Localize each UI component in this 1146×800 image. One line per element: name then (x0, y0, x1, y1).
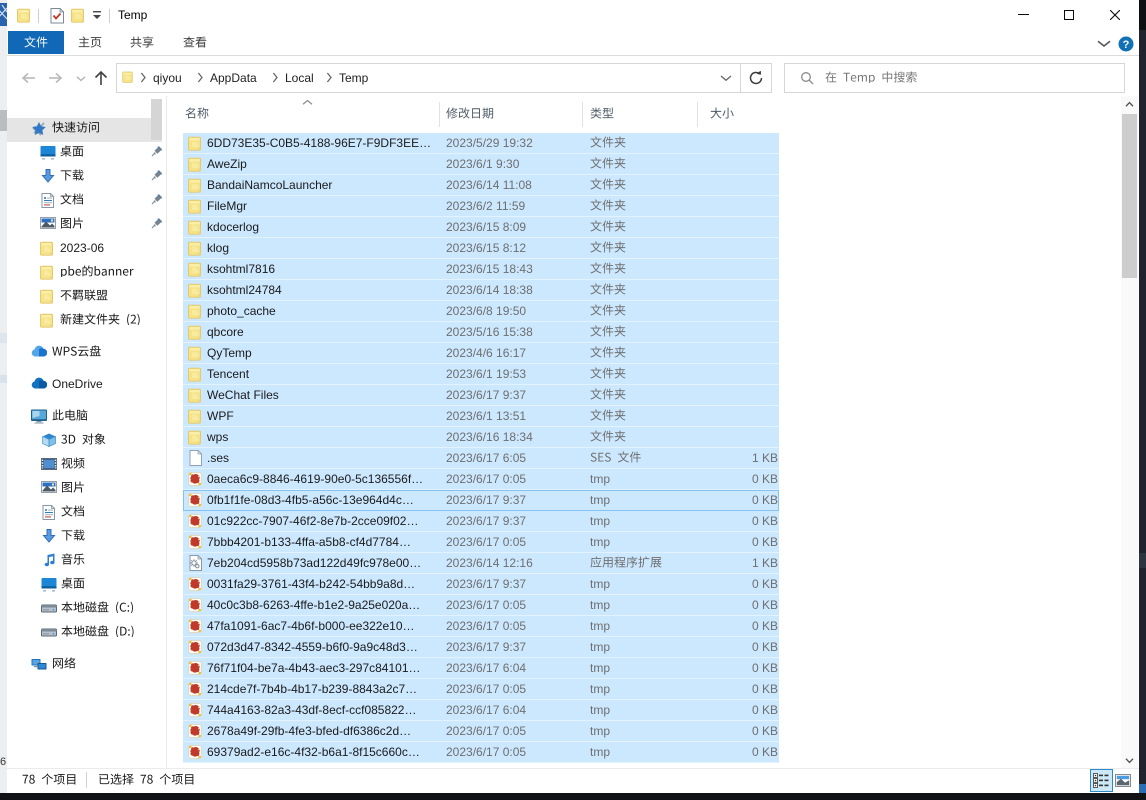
svg-text:?: ? (1123, 39, 1130, 51)
